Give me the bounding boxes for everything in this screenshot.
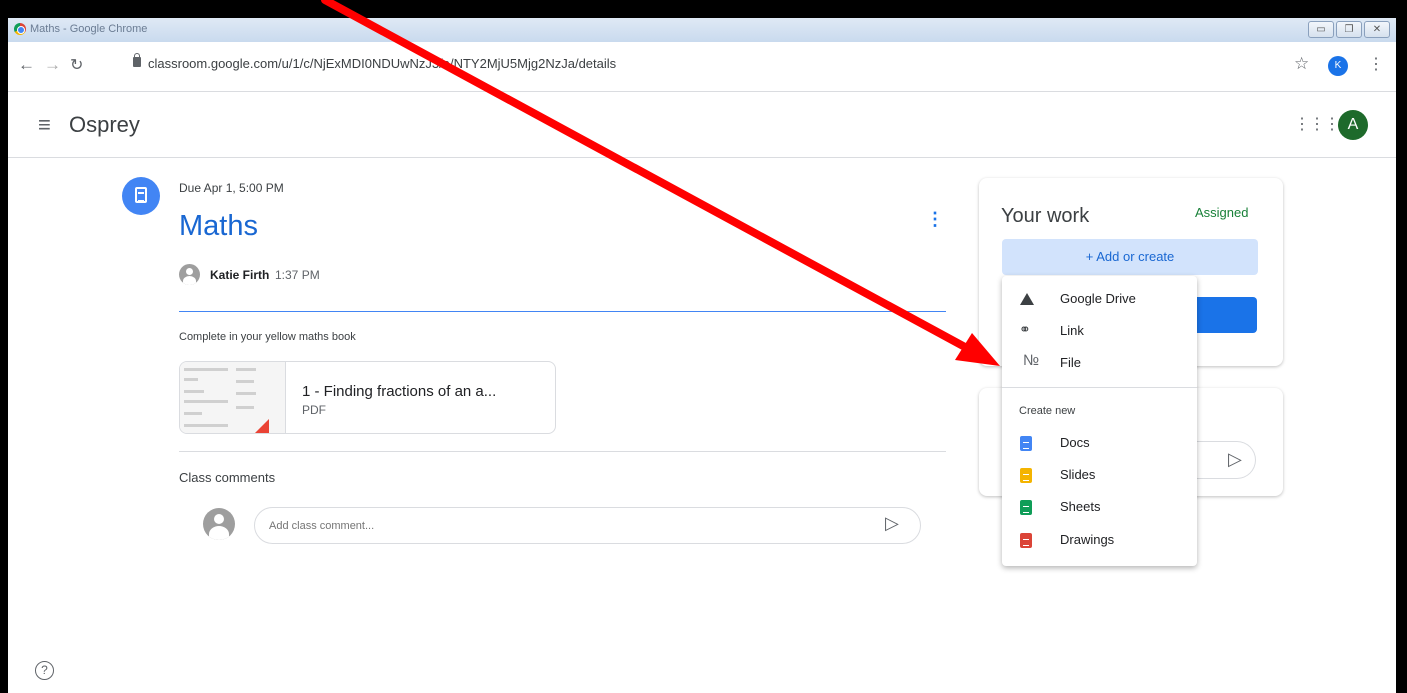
mark-as-done-button[interactable] (1196, 297, 1257, 333)
menu-item-google-drive[interactable]: Google Drive (1002, 284, 1197, 314)
lock-icon (133, 53, 141, 67)
due-date: Due Apr 1, 5:00 PM (179, 181, 284, 195)
status-badge: Assigned (1195, 205, 1249, 220)
divider (179, 311, 946, 312)
menu-item-label: Sheets (1060, 499, 1101, 514)
window-title: Maths - Google Chrome (30, 23, 148, 35)
assignment-title: Maths (179, 210, 258, 242)
classroom-header: ≡ Osprey ⋮⋮⋮ A (8, 92, 1396, 158)
menu-item-label: Google Drive (1060, 291, 1136, 306)
docs-icon (1020, 436, 1032, 451)
paperclip-icon: № (1023, 352, 1040, 369)
teacher-avatar (179, 264, 200, 285)
add-or-create-menu: Google Drive ⚭ Link № File Create new Do… (1002, 276, 1197, 566)
bookmark-star-icon[interactable]: ☆ (1294, 54, 1309, 74)
divider (179, 451, 946, 452)
class-comments-heading: Class comments (179, 470, 276, 485)
send-icon[interactable]: ▷ (1228, 449, 1242, 470)
hamburger-menu-icon[interactable]: ≡ (38, 114, 51, 136)
class-comment-input[interactable] (254, 507, 921, 544)
address-bar-row: ← → ↻ classroom.google.com/u/1/c/NjExMDI… (8, 42, 1396, 92)
minimize-button[interactable]: ▭ (1308, 21, 1334, 38)
more-options-icon[interactable]: ⋮ (926, 210, 944, 228)
your-work-title: Your work (1001, 205, 1090, 227)
window-controls: ▭ ❐ ✕ (1308, 21, 1390, 38)
send-icon[interactable]: ▷ (885, 513, 899, 534)
posted-time: 1:37 PM (275, 268, 320, 282)
menu-item-label: Docs (1060, 435, 1090, 450)
slides-icon (1020, 468, 1032, 483)
chrome-logo-icon (14, 23, 26, 35)
assignment-icon (122, 177, 160, 215)
close-window-button[interactable]: ✕ (1364, 21, 1390, 38)
pdf-thumbnail (180, 362, 286, 433)
menu-item-slides[interactable]: Slides (1002, 460, 1197, 490)
attachment-type: PDF (302, 403, 326, 417)
menu-item-drawings[interactable]: Drawings (1002, 525, 1197, 555)
account-avatar[interactable]: A (1338, 110, 1368, 140)
teacher-name: Katie Firth (210, 268, 270, 282)
url-field[interactable]: classroom.google.com/u/1/c/NjExMDI0NDUwN… (148, 56, 616, 71)
class-name[interactable]: Osprey (69, 112, 140, 138)
menu-item-label: File (1060, 355, 1081, 370)
add-or-create-button[interactable]: + Add or create (1002, 239, 1258, 275)
reload-icon[interactable]: ↻ (70, 55, 83, 75)
attachment-card[interactable]: 1 - Finding fractions of an a... PDF (179, 361, 556, 434)
instructions-text: Complete in your yellow maths book (179, 331, 356, 343)
window-titlebar: Maths - Google Chrome ▭ ❐ ✕ (8, 18, 1396, 42)
attachment-name: 1 - Finding fractions of an a... (302, 383, 497, 400)
menu-item-file[interactable]: № File (1002, 348, 1197, 378)
menu-item-label: Slides (1060, 467, 1096, 482)
browser-menu-icon[interactable]: ⋮ (1368, 54, 1384, 74)
menu-item-link[interactable]: ⚭ Link (1002, 316, 1197, 346)
menu-item-sheets[interactable]: Sheets (1002, 492, 1197, 522)
menu-item-label: Link (1060, 323, 1084, 338)
menu-item-label: Drawings (1060, 532, 1115, 547)
pdf-corner-icon (253, 419, 269, 433)
link-icon: ⚭ (1019, 321, 1031, 337)
help-icon[interactable]: ? (35, 661, 54, 680)
sheets-icon (1020, 500, 1032, 515)
user-avatar (203, 508, 235, 540)
restore-button[interactable]: ❐ (1336, 21, 1362, 38)
create-new-heading: Create new (1019, 405, 1076, 417)
forward-arrow-icon[interactable]: → (44, 55, 61, 75)
drawings-icon (1020, 533, 1032, 548)
menu-item-docs[interactable]: Docs (1002, 428, 1197, 458)
back-arrow-icon[interactable]: ← (18, 55, 35, 75)
profile-avatar[interactable]: K (1328, 56, 1348, 76)
google-apps-icon[interactable]: ⋮⋮⋮ (1294, 114, 1340, 134)
google-drive-icon (1020, 293, 1034, 305)
menu-divider (1002, 387, 1197, 388)
